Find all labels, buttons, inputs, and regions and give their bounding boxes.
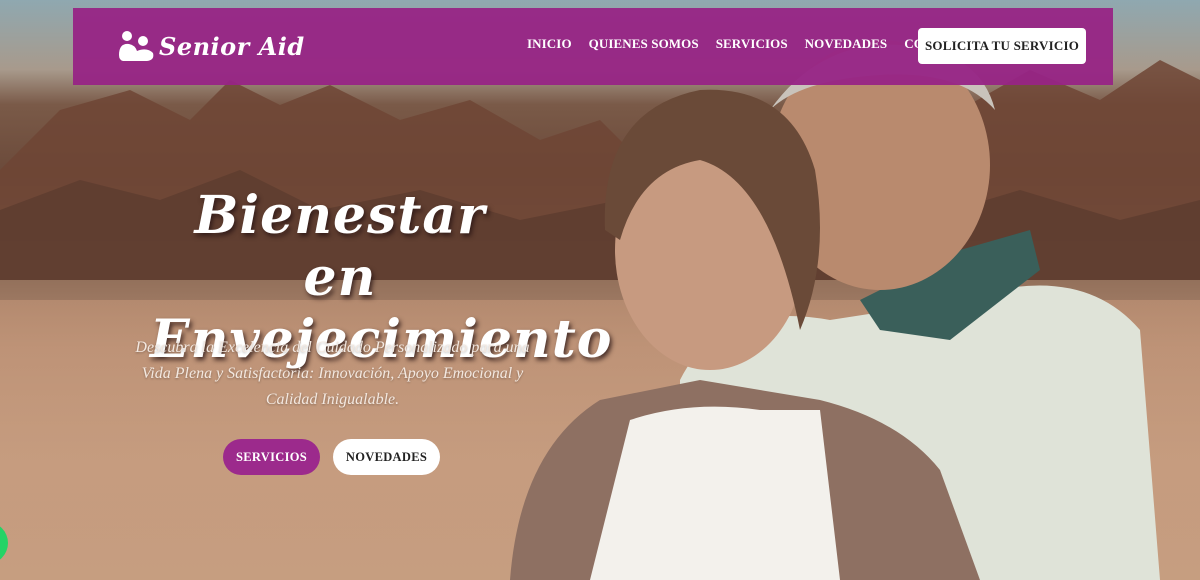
nav-item-inicio[interactable]: INICIO	[527, 36, 572, 52]
nav-item-servicios[interactable]: SERVICIOS	[716, 36, 788, 52]
nav-item-novedades[interactable]: NOVEDADES	[805, 36, 888, 52]
nav-item-quienes-somos[interactable]: QUIENES SOMOS	[589, 36, 699, 52]
request-service-button[interactable]: SOLICITA TU SERVICIO	[918, 28, 1086, 64]
brand-logo[interactable]: Senior Aid	[117, 26, 305, 66]
main-nav: INICIO QUIENES SOMOS SERVICIOS NOVEDADES…	[527, 36, 979, 52]
top-navbar: Senior Aid INICIO QUIENES SOMOS SERVICIO…	[73, 8, 1113, 85]
people-care-icon	[119, 31, 154, 61]
hero-title-line1: Bienestar en	[194, 185, 486, 308]
services-button[interactable]: SERVICIOS	[223, 439, 320, 475]
brand-name: Senior Aid	[159, 31, 305, 61]
hero-subtitle: Descubra la Excelencia del Cuidado Perso…	[135, 339, 530, 408]
news-button[interactable]: NOVEDADES	[333, 439, 440, 475]
